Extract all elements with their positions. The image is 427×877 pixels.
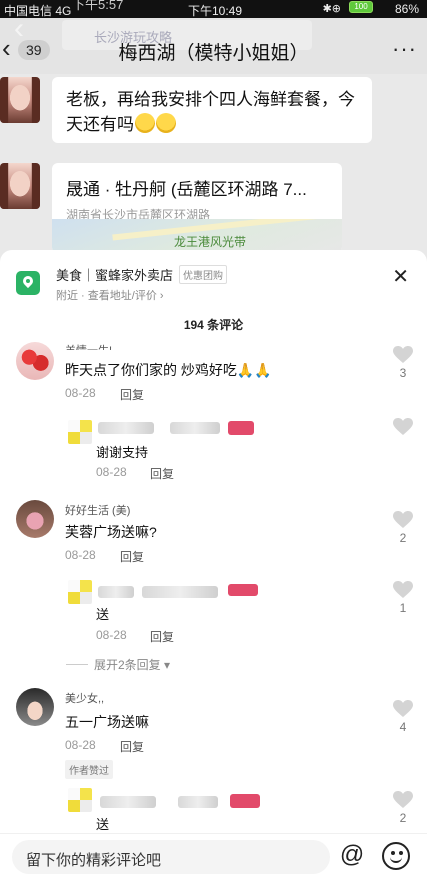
chat-title: 梅西湖（模特小姐姐） xyxy=(118,43,309,64)
heart-icon xyxy=(393,581,413,598)
smile-emoji-icon xyxy=(156,113,176,133)
status-clock: 下午10:49 xyxy=(188,4,243,18)
store-subtitle[interactable]: 附近 · 查看地址/评价 › xyxy=(56,287,164,303)
store-tag: 优惠团购 xyxy=(179,265,227,284)
comment-author[interactable]: 好好生活 (美) xyxy=(65,502,130,518)
like-button[interactable]: 2 xyxy=(392,511,414,545)
blurred-name xyxy=(142,586,218,598)
comment-text: 五一广场送嘛 xyxy=(65,714,149,730)
location-place: 晟通 · 牡丹舸 (岳麓区环湖路 7... xyxy=(66,180,307,199)
like-count: 3 xyxy=(399,366,407,380)
heart-icon xyxy=(393,346,413,363)
blurred-name xyxy=(98,586,134,598)
blurred-name xyxy=(170,422,220,434)
comment-text: 芙蓉广场送嘛? xyxy=(65,524,157,540)
heart-icon xyxy=(393,418,413,435)
avatar[interactable] xyxy=(68,580,92,604)
expand-replies-button[interactable]: 展开2条回复 ▾ xyxy=(66,656,170,673)
blurred-name xyxy=(98,422,154,434)
close-icon[interactable]: ✕ xyxy=(392,264,409,289)
status-bar: 中国电信 4G 下午5:57 下午10:49 ✱⊕ 100 86% xyxy=(0,0,427,18)
location-card[interactable]: 晟通 · 牡丹舸 (岳麓区环湖路 7... 湖南省长沙市岳麓区环湖路 龙王港风光… xyxy=(52,163,342,253)
location-pin-icon xyxy=(16,271,40,295)
smile-emoji-icon xyxy=(135,113,155,133)
comment-date: 08-28 xyxy=(65,548,96,562)
author-liked-badge: 作者赞过 xyxy=(65,760,113,779)
comment-author[interactable]: 美少女,, xyxy=(65,690,104,706)
ghost-clock: 下午5:57 xyxy=(72,0,124,12)
ellipsis-icon[interactable]: ··· xyxy=(392,36,417,62)
reply-button[interactable]: 回复 xyxy=(150,465,174,482)
blurred-badge xyxy=(228,584,258,596)
reply-button[interactable]: 回复 xyxy=(120,738,144,755)
avatar[interactable] xyxy=(0,163,40,209)
chevron-down-icon: ▾ xyxy=(160,658,171,672)
heart-icon xyxy=(393,791,413,808)
reply-text: 送 xyxy=(96,607,110,622)
heart-icon xyxy=(393,700,413,717)
like-count: 1 xyxy=(399,601,407,615)
comment-date: 08-28 xyxy=(65,386,96,400)
comment-sheet: 美食｜蜜蜂家外卖店 优惠团购 附近 · 查看地址/评价 › ✕ 194 条评论 … xyxy=(0,250,427,877)
reply-date: 08-28 xyxy=(96,465,127,479)
reply-button[interactable]: 回复 xyxy=(150,628,174,645)
message-bubble[interactable]: 老板，再给我安排个四人海鲜套餐，今天还有吗 xyxy=(52,77,372,143)
avatar[interactable] xyxy=(16,688,54,726)
expand-replies-label: 展开2条回复 xyxy=(94,658,161,672)
heart-icon xyxy=(393,511,413,528)
comment-text: 昨天点了你们家的 炒鸡好吃🙏🙏 xyxy=(65,362,272,378)
like-button[interactable]: 4 xyxy=(392,700,414,734)
comment-input-bar: 留下你的精彩评论吧 @ xyxy=(0,833,427,877)
avatar[interactable] xyxy=(68,788,92,812)
battery-percent: 86% xyxy=(394,2,419,16)
like-button[interactable]: 2 xyxy=(392,791,414,825)
comment-author[interactable]: 羊情一生! xyxy=(65,342,112,350)
avatar[interactable] xyxy=(16,342,54,380)
reply-date: 08-28 xyxy=(96,628,127,642)
store-name[interactable]: 美食｜蜜蜂家外卖店 xyxy=(56,265,173,284)
blurred-name xyxy=(178,796,218,808)
map-label: 龙王港风光带 xyxy=(174,235,247,249)
like-count: 2 xyxy=(399,811,407,825)
map-thumbnail: 龙王港风光带 xyxy=(52,219,342,253)
comment-date: 08-28 xyxy=(65,738,96,752)
message-text: 老板，再给我安排个四人海鲜套餐，今天还有吗 xyxy=(66,90,355,134)
like-count: 2 xyxy=(399,531,407,545)
battery-icon: 100 xyxy=(349,1,373,13)
like-button[interactable] xyxy=(392,418,414,436)
emoji-icon[interactable] xyxy=(382,842,410,870)
comment-input[interactable]: 留下你的精彩评论吧 xyxy=(12,840,330,874)
like-count: 4 xyxy=(399,720,407,734)
chat-header: 长沙游玩攻略 ‹ ‹ 39 梅西湖（模特小姐姐） ··· xyxy=(0,12,427,74)
avatar[interactable] xyxy=(0,77,40,123)
comment-count: 194 条评论 xyxy=(183,318,244,332)
reply-text: 送 xyxy=(96,817,110,832)
reply-button[interactable]: 回复 xyxy=(120,548,144,565)
blurred-badge xyxy=(230,794,260,808)
mention-icon[interactable]: @ xyxy=(337,841,367,871)
store-row[interactable]: 美食｜蜜蜂家外卖店 优惠团购 附近 · 查看地址/评价 › xyxy=(0,250,427,306)
blurred-badge xyxy=(228,421,254,435)
like-button[interactable]: 1 xyxy=(392,581,414,615)
like-button[interactable]: 3 xyxy=(392,346,414,380)
blurred-name xyxy=(100,796,156,808)
signal-icon: ✱⊕ xyxy=(322,3,341,15)
avatar[interactable] xyxy=(16,500,54,538)
avatar[interactable] xyxy=(68,420,92,444)
reply-text: 谢谢支持 xyxy=(96,445,149,460)
reply-button[interactable]: 回复 xyxy=(120,386,144,403)
